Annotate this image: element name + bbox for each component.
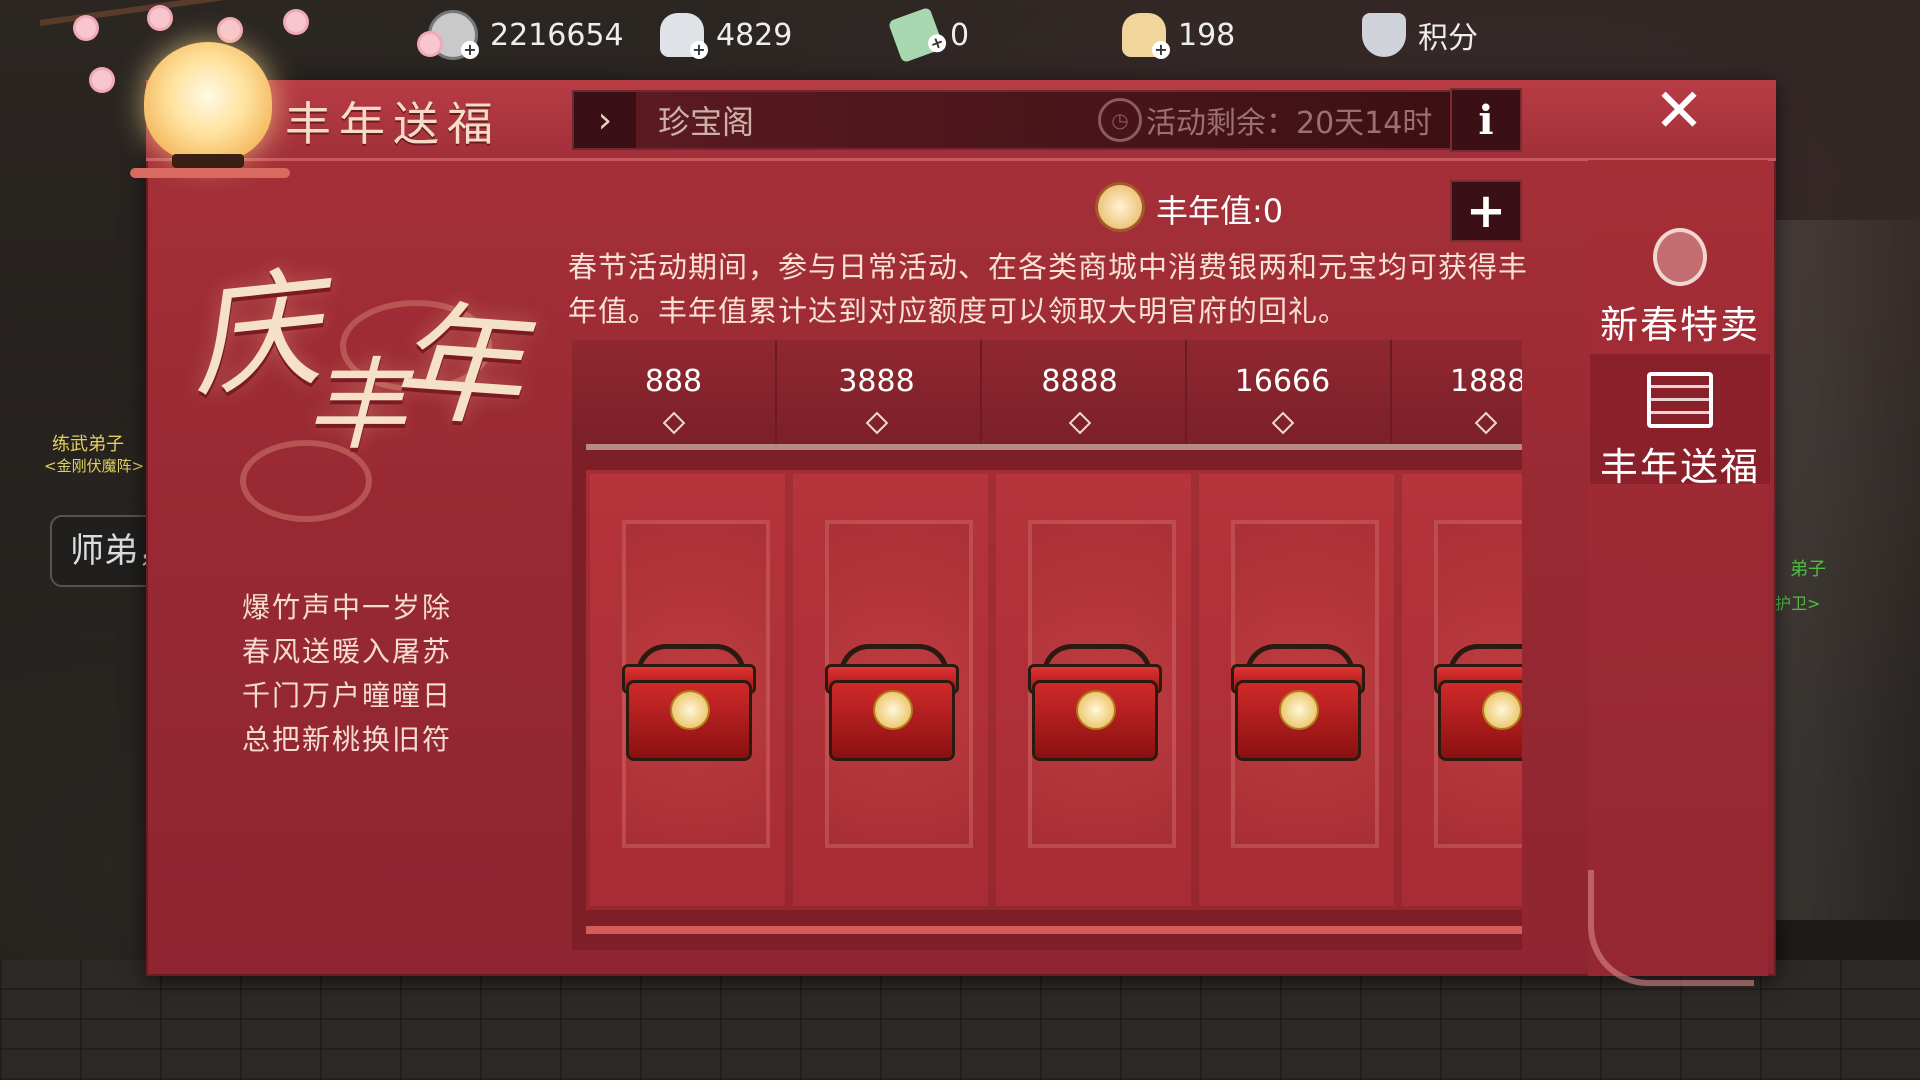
diamond-marker-icon (865, 411, 888, 435)
nav-arrow-button[interactable]: › (572, 90, 638, 150)
sidebar-item-new-year-sale[interactable]: 新春特卖 (1590, 228, 1770, 348)
plum-blossom (150, 8, 170, 28)
nav-label-treasure-pavilion[interactable]: 珍宝阁 (658, 97, 754, 143)
progress-line (586, 444, 1522, 450)
event-timer: 活动剩余：20天14时 (1146, 106, 1433, 141)
sidebar-item-label: 新春特卖 (1599, 303, 1760, 347)
silver-ingot-value: 4829 (716, 17, 793, 53)
red-gift-box-icon (622, 644, 756, 761)
poem: 爆竹声中一岁除 春风送暖入屠苏 千门万户曈曈日 总把新桃换旧符 (242, 586, 452, 762)
panel-title: 丰年送福 (285, 97, 501, 151)
silver-ingot-icon: + (660, 13, 708, 59)
lantern-base (172, 154, 244, 168)
milestone-threshold: 16666 (1234, 364, 1331, 399)
event-description: 春节活动期间，参与日常活动、在各类商城中消费银两和元宝均可获得丰年值。丰年值累计… (568, 250, 1529, 328)
lantern-shelf (130, 168, 290, 178)
reward-card[interactable] (789, 470, 994, 910)
poem-line: 总把新桃换旧符 (242, 723, 453, 756)
sidebar-item-harvest-blessing[interactable]: 丰年送福 (1590, 354, 1770, 489)
poem-line: 千门万户曈曈日 (242, 679, 453, 712)
points-label: 积分 (1418, 21, 1478, 56)
currency-bar: + 2216654 + 4829 + 0 + 198 积分 (0, 0, 1920, 70)
gold-ingot-value: 198 (1178, 17, 1236, 53)
jade-ticket-value: 0 (950, 17, 970, 53)
milestone: 1888 (1384, 364, 1522, 435)
npc-name-tag: 练武弟子 (52, 434, 124, 455)
reward-card[interactable] (586, 470, 791, 910)
reward-track[interactable]: 888 3888 8888 16666 1888 (572, 340, 1522, 950)
shield-points-icon (1362, 13, 1406, 57)
calligraphy-char: 丰 (306, 347, 406, 464)
milestone: 8888 (978, 364, 1181, 435)
plum-blossom (92, 70, 112, 90)
lantern-icon (1653, 228, 1707, 286)
diamond-marker-icon (662, 411, 685, 435)
calligraphy-char: 庆 (182, 253, 314, 417)
diamond-marker-icon (1068, 411, 1091, 435)
red-gift-box-icon (1231, 644, 1365, 761)
npc-title-tag: 护卫> (1775, 594, 1821, 613)
poem-line: 春风送暖入屠苏 (242, 635, 453, 668)
currency-points[interactable]: 积分 (1362, 12, 1478, 58)
milestone-threshold: 8888 (1041, 364, 1118, 399)
close-button[interactable]: ✕ (1640, 72, 1718, 150)
gold-ingot-icon: + (1122, 13, 1170, 59)
jade-ticket-icon: + (887, 6, 949, 64)
npc-name-tag: 弟子 (1790, 559, 1826, 580)
milestone-threshold: 1888 (1450, 364, 1522, 399)
red-gift-box-icon (1028, 644, 1162, 761)
track-bottom-edge (586, 926, 1522, 934)
milestone: 3888 (775, 364, 978, 435)
info-button[interactable]: i (1450, 88, 1522, 152)
lantern-decoration (144, 42, 272, 162)
reward-card[interactable] (992, 470, 1197, 910)
lantern-coin-icon (1098, 185, 1142, 229)
npc-title-tag: <金刚伏魔阵> (44, 457, 145, 475)
timer-icon: ◷ (1098, 98, 1142, 142)
calligraphy-char: 年 (386, 285, 514, 445)
reward-card[interactable] (1195, 470, 1400, 910)
silver-coin-value: 2216654 (490, 17, 624, 53)
reward-card[interactable] (1398, 470, 1522, 910)
currency-silver-ingot[interactable]: + 4829 (660, 12, 793, 59)
chest-icon (1647, 372, 1713, 428)
currency-jade-ticket[interactable]: + 0 (887, 6, 970, 64)
milestone-threshold: 3888 (838, 364, 915, 399)
milestone-threshold: 888 (644, 364, 703, 399)
plum-blossom (76, 18, 96, 38)
milestone: 888 (572, 364, 775, 435)
currency-gold-ingot[interactable]: + 198 (1122, 12, 1236, 59)
background-railing (1760, 220, 1920, 920)
diamond-marker-icon (1474, 411, 1497, 435)
poem-line: 爆竹声中一岁除 (242, 591, 453, 624)
calligraphy-title: 庆丰年 (182, 253, 550, 520)
red-gift-box-icon (1434, 644, 1522, 761)
sidebar-item-label: 丰年送福 (1599, 445, 1760, 489)
currency-silver-coin[interactable]: + 2216654 (428, 10, 624, 60)
add-value-button[interactable]: + (1450, 180, 1522, 242)
plum-blossom (420, 34, 440, 54)
corner-ornament (1588, 870, 1754, 986)
plum-blossom (286, 12, 306, 32)
diamond-marker-icon (1271, 411, 1294, 435)
plum-blossom (220, 20, 240, 40)
red-gift-box-icon (825, 644, 959, 761)
harvest-value: 丰年值:0 (1156, 192, 1284, 230)
milestone: 16666 (1181, 364, 1384, 435)
